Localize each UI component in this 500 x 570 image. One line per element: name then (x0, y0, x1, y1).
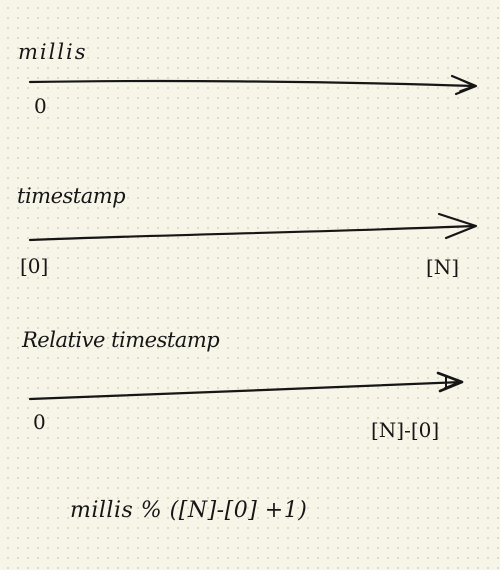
modulo-formula: millis % ([N]-[0] +1) (70, 498, 308, 523)
millis-axis-line (28, 79, 477, 88)
relative-axis-line (28, 380, 464, 401)
relative-timestamp-label: Relative timestamp (22, 328, 220, 352)
diagram-canvas (28, 74, 478, 401)
timestamp-axis-line (28, 224, 476, 242)
millis-origin-tick: 0 (34, 94, 47, 118)
relative-end-tick: [N]-[0] (371, 418, 440, 442)
timestamp-start-tick: [0] (20, 254, 49, 278)
timestamp-label: timestamp (17, 184, 126, 208)
timestamp-end-tick: [N] (426, 255, 460, 279)
millis-label: millis (18, 40, 88, 64)
relative-origin-tick: 0 (33, 410, 46, 434)
